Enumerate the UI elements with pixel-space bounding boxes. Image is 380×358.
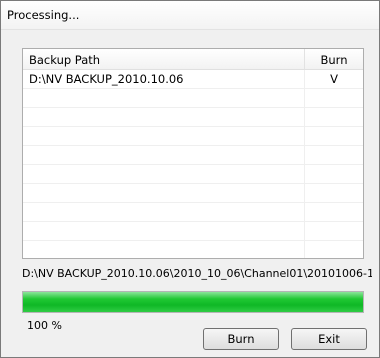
list-header: Backup Path Burn	[23, 49, 363, 70]
current-file-path: D:\NV BACKUP_2010.10.06\2010_10_06\Chann…	[22, 267, 372, 280]
exit-button[interactable]: Exit	[291, 328, 367, 350]
column-divider	[304, 241, 305, 258]
column-divider	[304, 184, 305, 202]
burn-button[interactable]: Burn	[203, 328, 279, 350]
processing-dialog: Processing... Backup Path Burn D:\NV BAC…	[0, 0, 380, 358]
list-row[interactable]	[23, 127, 363, 146]
window-title: Processing...	[7, 8, 80, 22]
list-row[interactable]	[23, 89, 363, 108]
title-bar[interactable]: Processing...	[1, 1, 379, 30]
progress-bar-fill	[23, 292, 363, 312]
burn-cell: V	[330, 72, 338, 86]
list-row[interactable]	[23, 222, 363, 241]
list-row[interactable]	[23, 165, 363, 184]
column-header-label: Backup Path	[29, 53, 101, 67]
list-row[interactable]	[23, 108, 363, 127]
list-rows: D:\NV BACKUP_2010.10.06 V	[23, 70, 363, 258]
column-header-label: Burn	[320, 53, 348, 67]
list-row[interactable]	[23, 241, 363, 258]
column-divider	[304, 127, 305, 145]
column-divider	[304, 146, 305, 164]
column-divider	[304, 89, 305, 107]
list-row[interactable]	[23, 146, 363, 165]
list-row[interactable]: D:\NV BACKUP_2010.10.06 V	[23, 70, 363, 89]
list-row[interactable]	[23, 184, 363, 203]
column-divider	[304, 203, 305, 221]
column-header-burn[interactable]: Burn	[305, 49, 363, 69]
list-row[interactable]	[23, 203, 363, 222]
column-divider	[304, 108, 305, 126]
backup-path-cell: D:\NV BACKUP_2010.10.06	[29, 72, 184, 86]
backup-list[interactable]: Backup Path Burn D:\NV BACKUP_2010.10.06…	[22, 48, 364, 259]
column-header-backup-path[interactable]: Backup Path	[23, 49, 305, 69]
progress-percent-label: 100 %	[27, 319, 62, 332]
column-divider	[304, 165, 305, 183]
column-divider	[304, 222, 305, 240]
progress-bar	[22, 291, 364, 313]
